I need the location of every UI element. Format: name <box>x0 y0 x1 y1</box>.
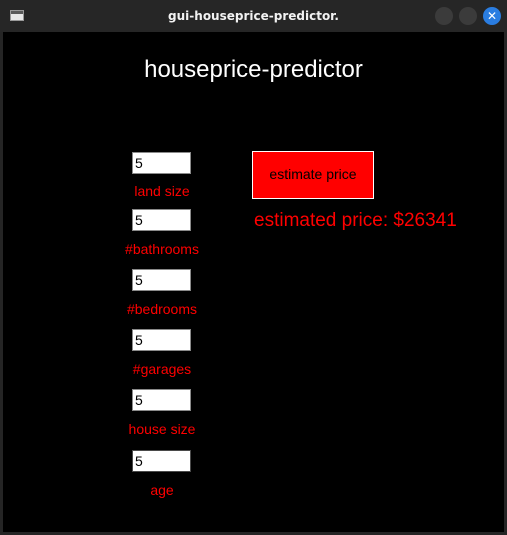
bathrooms-input[interactable] <box>132 209 191 231</box>
land-size-input[interactable] <box>132 152 191 174</box>
minimize-button[interactable] <box>435 7 453 25</box>
garages-label: #garages <box>132 361 192 377</box>
age-label: age <box>150 482 174 498</box>
house-size-label: house size <box>128 421 196 437</box>
estimated-price-result: estimated price: $26341 <box>254 210 457 231</box>
land-size-label: land size <box>134 183 190 199</box>
close-icon: ✕ <box>486 9 498 23</box>
app-window: gui-houseprice-predictor. ✕ houseprice-p… <box>0 0 507 535</box>
bedrooms-input[interactable] <box>132 269 191 291</box>
window-title: gui-houseprice-predictor. <box>168 9 339 23</box>
page-title: houseprice-predictor <box>144 56 363 83</box>
age-input[interactable] <box>132 450 191 472</box>
title-bar[interactable]: gui-houseprice-predictor. ✕ <box>0 0 507 32</box>
garages-input[interactable] <box>132 329 191 351</box>
main-canvas <box>3 32 504 532</box>
estimate-price-button[interactable]: estimate price <box>252 151 374 199</box>
bedrooms-label: #bedrooms <box>126 301 198 317</box>
bathrooms-label: #bathrooms <box>125 241 199 257</box>
house-size-input[interactable] <box>132 389 191 411</box>
close-button[interactable]: ✕ <box>483 7 501 25</box>
maximize-button[interactable] <box>459 7 477 25</box>
